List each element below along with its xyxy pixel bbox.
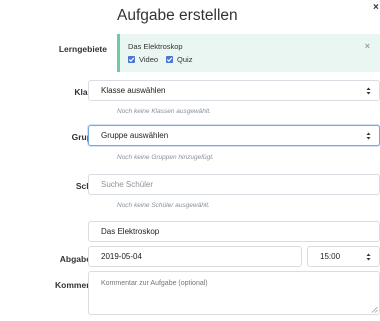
resize-handle-icon[interactable]	[371, 306, 378, 313]
abgabefrist-time-value: 15:00	[320, 252, 341, 261]
titel-input[interactable]: Das Elektroskop	[88, 221, 380, 242]
lerngebiete-label: Lerngebiete	[58, 44, 107, 54]
lerngebiet-title: Das Elektroskop	[128, 42, 183, 51]
checkbox-video[interactable]	[128, 56, 135, 63]
titel-input-value: Das Elektroskop	[101, 227, 160, 236]
select-caret-icon	[366, 87, 371, 94]
close-icon[interactable]: ×	[373, 3, 379, 13]
kommentare-textarea[interactable]	[88, 271, 380, 315]
option-quiz[interactable]: Quiz	[166, 55, 192, 64]
option-quiz-label: Quiz	[177, 55, 193, 64]
dialog-title: Aufgabe erstellen	[117, 7, 238, 24]
checkbox-quiz[interactable]	[166, 56, 174, 63]
option-video[interactable]: Video	[128, 55, 158, 64]
gruppen-select[interactable]: Gruppe auswählen	[88, 125, 380, 146]
schueler-search-placeholder: Suche Schüler	[101, 180, 154, 189]
select-caret-icon	[366, 253, 371, 260]
schueler-help: Noch keine Schüler ausgewählt.	[117, 202, 210, 209]
klassen-help: Noch keine Klassen ausgewählt.	[117, 108, 211, 115]
create-task-dialog: Aufgabe erstellen × Lerngebiete Das Elek…	[0, 0, 380, 321]
select-caret-icon	[366, 132, 371, 139]
option-video-label: Video	[139, 55, 159, 64]
klassen-select[interactable]: Klasse auswählen	[88, 80, 380, 101]
schueler-search-input[interactable]: Suche Schüler	[88, 174, 380, 195]
lerngebiet-card: Das Elektroskop Video Quiz ×	[117, 34, 380, 72]
remove-lerngebiet-icon[interactable]: ×	[365, 41, 370, 51]
gruppen-help: Noch keine Gruppen hinzugefügt.	[117, 154, 214, 161]
klassen-select-value: Klasse auswählen	[101, 86, 166, 95]
abgabefrist-time-select[interactable]: 15:00	[307, 246, 380, 267]
gruppen-select-value: Gruppe auswählen	[101, 131, 169, 140]
lerngebiet-options: Video Quiz	[128, 55, 380, 64]
abgabefrist-date-input[interactable]: 2019-05-04	[88, 246, 302, 267]
abgabefrist-date-value: 2019-05-04	[101, 252, 142, 261]
